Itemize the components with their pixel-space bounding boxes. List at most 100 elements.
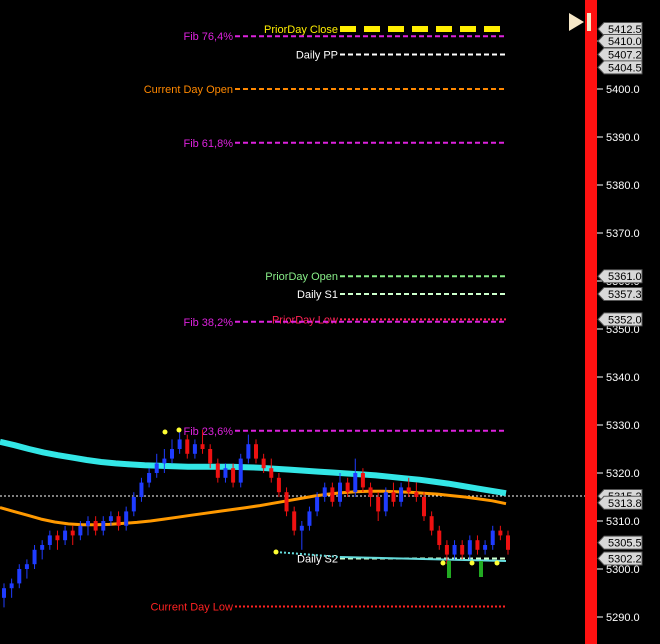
candle-body — [93, 521, 98, 531]
level-label: Fib 76,4% — [183, 31, 233, 43]
candle-body — [322, 487, 327, 497]
candle-body — [24, 564, 29, 569]
candle-body — [490, 530, 495, 545]
candle-body — [162, 458, 167, 464]
candle-body — [299, 525, 304, 531]
candle-body — [9, 583, 14, 589]
axis-tick-label: 5400.0 — [606, 84, 640, 96]
price-tag: 5404.5 — [597, 60, 643, 75]
candle-body — [452, 545, 457, 555]
price-tag: 5313.8 — [597, 495, 643, 510]
swing-marker — [176, 427, 182, 433]
candle-body — [139, 482, 144, 497]
price-tag-label: 5305.5 — [608, 538, 642, 550]
axis-tick-label: 5310.0 — [606, 516, 640, 528]
level-label: PriorDay Open — [265, 271, 338, 283]
candle-body — [208, 449, 213, 464]
level-label: Fib 38,2% — [183, 317, 233, 329]
candle-body — [154, 463, 159, 473]
level-label: Fib 23,6% — [183, 426, 233, 438]
candle-body — [483, 545, 488, 550]
candle-body — [429, 516, 434, 531]
candle-body — [383, 492, 388, 512]
price-tag-label: 5357.3 — [608, 289, 642, 301]
price-tag: 5407.2 — [597, 47, 643, 62]
candle-body — [330, 487, 335, 502]
candle-body — [147, 473, 152, 483]
axis-tick-label: 5290.0 — [606, 612, 640, 624]
jump-to-end-icon[interactable] — [567, 11, 597, 33]
candle-body — [17, 569, 22, 584]
price-tag: 5412.5 — [597, 22, 643, 36]
price-tag: 5357.3 — [597, 286, 643, 301]
axis-tick-label: 5330.0 — [606, 420, 640, 432]
candle-body — [223, 468, 228, 478]
axis-tick-label: 5370.0 — [606, 228, 640, 240]
candle-body — [414, 492, 419, 497]
swing-marker — [494, 560, 500, 566]
candle-body — [422, 497, 426, 517]
candle-body — [345, 482, 350, 493]
candle-body — [47, 535, 52, 545]
swing-marker — [162, 429, 168, 435]
candle-body — [307, 511, 312, 526]
candle-body — [70, 530, 75, 536]
candle-body — [406, 487, 411, 493]
candle-body — [391, 492, 396, 502]
candle-body — [360, 473, 365, 488]
candle-body — [200, 444, 205, 449]
candle-body — [498, 530, 503, 536]
candle-body — [185, 439, 190, 454]
signal-bar — [447, 561, 451, 578]
candle-body — [261, 458, 266, 469]
price-tag: 5302.2 — [597, 551, 643, 566]
candle-body — [467, 540, 472, 555]
candle-body — [63, 530, 68, 541]
candle-body — [2, 588, 6, 598]
candle-body — [338, 482, 342, 502]
price-tag: 5361.0 — [597, 269, 643, 284]
candle-body — [284, 492, 289, 512]
price-tag-label: 5404.5 — [608, 62, 642, 74]
candle-body — [399, 487, 404, 502]
candle-body — [215, 463, 220, 478]
level-label: Current Day Open — [144, 84, 233, 96]
signal-bar — [479, 561, 483, 577]
candle-body — [55, 535, 60, 541]
candle-body — [238, 458, 243, 483]
candle-body — [32, 549, 37, 565]
swing-marker — [440, 560, 446, 566]
candle-body — [124, 511, 129, 526]
candle-body — [353, 473, 358, 493]
candle-body — [292, 511, 297, 531]
candle-body — [269, 468, 274, 478]
candle-body — [437, 530, 442, 545]
candle-body — [177, 439, 182, 449]
level-label: PriorDay Low — [272, 314, 338, 326]
price-tag-label: 5410.0 — [608, 36, 642, 48]
level-label: Daily S1 — [297, 289, 338, 301]
candle-body — [101, 521, 106, 531]
candle-body — [86, 521, 90, 526]
candle-body — [315, 497, 320, 512]
candlestick-chart: PriorDay Close Fib 76,4% Daily PP Current D… — [0, 0, 660, 644]
candle-body — [368, 487, 373, 497]
swing-marker — [273, 549, 279, 555]
price-tag-label: 5361.0 — [608, 271, 642, 283]
candle-body — [460, 545, 465, 555]
price-tag: 5305.5 — [597, 535, 643, 550]
axis-tick-label: 5380.0 — [606, 180, 640, 192]
axis-tick-label: 5320.0 — [606, 468, 640, 480]
candle-body — [475, 540, 480, 550]
price-tag: 5352.0 — [597, 312, 643, 327]
candle-body — [192, 444, 197, 454]
price-tag-label: 5313.8 — [608, 498, 642, 510]
candle-body — [116, 516, 121, 526]
candle-body — [131, 497, 136, 512]
level-label: Daily PP — [296, 49, 338, 61]
axis-tick-label: 5390.0 — [606, 132, 640, 144]
candle-body — [376, 497, 381, 512]
axis-tick-label: 5300.0 — [606, 564, 640, 576]
candle-body — [506, 535, 510, 550]
scroll-bar[interactable] — [585, 0, 597, 644]
